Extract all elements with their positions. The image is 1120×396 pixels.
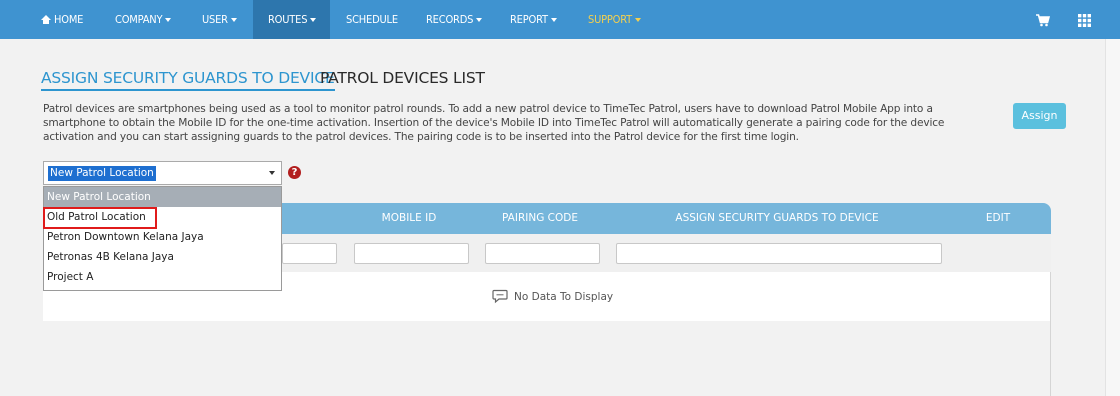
top-navbar: HOME COMPANY USER ROUTES SCHEDULE RECORD… [0, 0, 1120, 39]
empty-state-label: No Data To Display [514, 291, 614, 303]
nav-records-label: RECORDS [426, 13, 474, 26]
page-scrollbar[interactable] [1105, 39, 1120, 396]
caret-down-icon [476, 18, 483, 22]
filter-input-mobile-id[interactable] [354, 243, 469, 264]
tab-assign-guards[interactable]: ASSIGN SECURITY GUARDS TO DEVICE [41, 68, 335, 91]
nav-routes[interactable]: ROUTES [253, 0, 330, 39]
nav-home-label: HOME [54, 13, 84, 26]
nav-home[interactable]: HOME [41, 0, 83, 39]
nav-report[interactable]: REPORT [510, 0, 557, 39]
column-header-mobile-id[interactable]: MOBILE ID [382, 203, 437, 234]
nav-schedule[interactable]: SCHEDULE [346, 0, 398, 39]
location-option[interactable]: Petronas 4B Kelana Jaya [44, 247, 281, 267]
empty-state: No Data To Display [492, 289, 613, 305]
caret-down-icon [230, 18, 237, 22]
filter-input-name[interactable] [282, 243, 337, 264]
tab-patrol-devices[interactable]: PATROL DEVICES LIST [320, 68, 485, 88]
nav-user-label: USER [202, 13, 228, 26]
location-option[interactable]: Petron Downtown Kelana Jaya [44, 227, 281, 247]
filter-input-assign-guards[interactable] [616, 243, 942, 264]
caret-down-icon [550, 18, 557, 22]
nav-company-label: COMPANY [115, 13, 163, 26]
filter-input-pairing-code[interactable] [485, 243, 600, 264]
location-option[interactable]: Old Patrol Location [44, 207, 281, 227]
cart-icon[interactable] [1036, 12, 1051, 31]
help-icon[interactable]: ? [288, 166, 301, 179]
nav-company[interactable]: COMPANY [115, 0, 172, 39]
content-divider [1050, 272, 1051, 396]
nav-report-label: REPORT [510, 13, 548, 26]
caret-down-icon [165, 18, 172, 22]
location-dropdown-list: New Patrol Location Old Patrol Location … [43, 186, 282, 291]
location-option[interactable]: New Patrol Location [44, 187, 281, 207]
grid-icon[interactable] [1078, 12, 1091, 31]
column-header-edit: EDIT [985, 212, 1011, 224]
chevron-down-icon [269, 171, 275, 175]
location-option[interactable]: Project A [44, 267, 281, 287]
column-header-pairing-code[interactable]: PAIRING CODE [502, 203, 578, 234]
caret-down-icon [634, 18, 641, 22]
description-text: Patrol devices are smartphones being use… [43, 103, 945, 143]
column-header-assign-guards[interactable]: ASSIGN SECURITY GUARDS TO DEVICE [675, 203, 878, 234]
nav-support-label: SUPPORT [588, 13, 632, 26]
location-select[interactable]: New Patrol Location [43, 161, 282, 185]
nav-user[interactable]: USER [202, 0, 237, 39]
assign-button[interactable]: Assign [1013, 103, 1066, 129]
nav-routes-label: ROUTES [268, 13, 308, 26]
nav-support[interactable]: SUPPORT [588, 0, 641, 39]
caret-down-icon [310, 18, 317, 22]
nav-schedule-label: SCHEDULE [346, 13, 398, 26]
nav-records[interactable]: RECORDS [426, 0, 483, 39]
home-icon [41, 15, 51, 24]
location-select-value: New Patrol Location [48, 166, 156, 181]
chat-icon [492, 289, 508, 309]
